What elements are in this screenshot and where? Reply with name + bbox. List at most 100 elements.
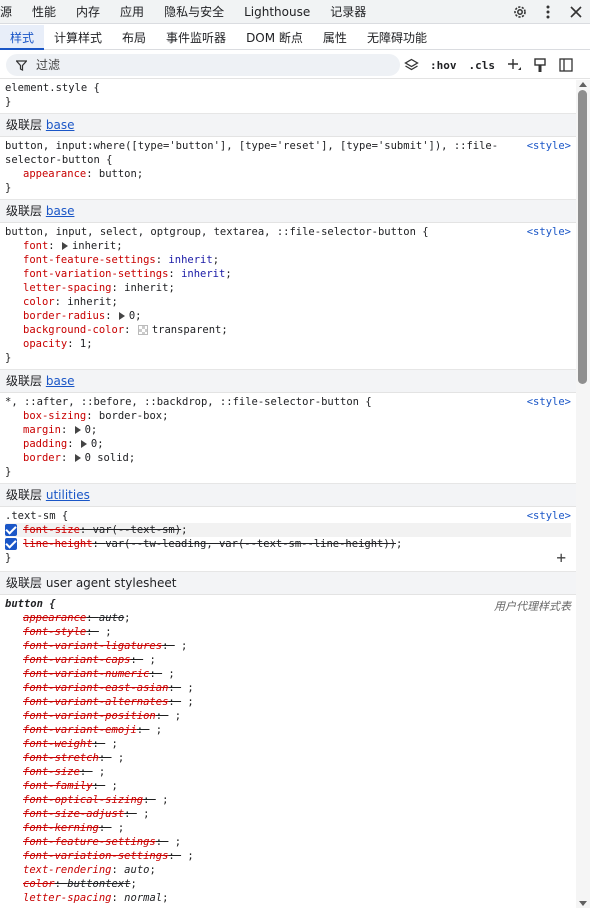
declaration[interactable]: font: inherit; <box>5 239 571 253</box>
property-name[interactable]: font-variant-emoji <box>23 724 137 736</box>
property-value[interactable]: var(--text-sm) <box>93 524 182 536</box>
tab-computed[interactable]: 计算样式 <box>44 25 112 49</box>
rule-selector-cont[interactable]: selector-button { <box>5 153 571 167</box>
tab-properties[interactable]: 属性 <box>313 25 357 49</box>
declaration-checkbox[interactable] <box>5 538 17 550</box>
tab-memory[interactable]: 内存 <box>66 0 110 24</box>
declaration[interactable]: font-variation-settings: inherit; <box>5 267 571 281</box>
declaration[interactable]: border: 0 solid; <box>5 451 571 465</box>
expand-triangle-icon[interactable] <box>61 242 68 250</box>
declaration[interactable]: font-variant-emoji: ; <box>5 723 571 737</box>
tab-application[interactable]: 应用 <box>110 0 154 24</box>
expand-triangle-icon[interactable] <box>74 454 81 462</box>
tab-layout[interactable]: 布局 <box>112 25 156 49</box>
add-property-icon[interactable]: + <box>556 550 566 566</box>
layers-icon[interactable] <box>401 54 421 76</box>
property-name[interactable]: appearance <box>23 612 86 624</box>
tab-sources[interactable]: 源 <box>0 0 22 24</box>
tab-styles[interactable]: 样式 <box>0 25 45 50</box>
declaration[interactable]: color: inherit; <box>5 295 571 309</box>
tab-event-listeners[interactable]: 事件监听器 <box>156 25 236 49</box>
rule-selector[interactable]: element.style { <box>5 81 571 95</box>
filter-input[interactable] <box>36 58 376 72</box>
declaration[interactable]: font-kerning: ; <box>5 821 571 835</box>
rule-selector[interactable]: button, input:where([type='button'], [ty… <box>5 139 571 153</box>
scroll-down-icon[interactable] <box>579 901 587 906</box>
declaration[interactable]: font-feature-settings: ; <box>5 835 571 849</box>
tab-performance[interactable]: 性能 <box>22 0 66 24</box>
declaration[interactable]: font-feature-settings: inherit; <box>5 253 571 267</box>
property-name[interactable]: font-weight <box>23 738 93 750</box>
property-value[interactable]: inherit <box>67 296 111 308</box>
property-value[interactable]: normal <box>124 892 162 904</box>
property-name[interactable]: box-sizing <box>23 410 86 422</box>
tab-dom-breakpoints[interactable]: DOM 断点 <box>236 25 313 49</box>
property-value[interactable]: inherit <box>124 282 168 294</box>
declaration[interactable]: text-rendering: auto; <box>5 863 571 877</box>
property-name[interactable]: font-size <box>23 524 80 536</box>
property-name[interactable]: font-variant-caps <box>23 654 130 666</box>
paint-brush-icon[interactable] <box>530 54 550 76</box>
property-name[interactable]: border <box>23 452 61 464</box>
color-swatch-icon[interactable] <box>137 325 148 335</box>
tab-accessibility[interactable]: 无障碍功能 <box>357 25 437 49</box>
toggle-sidebar-icon[interactable] <box>556 54 576 76</box>
property-value[interactable]: 0 solid <box>85 452 129 464</box>
property-name[interactable]: font-variant-numeric <box>23 668 149 680</box>
property-name[interactable]: font-variant-east-asian <box>23 682 168 694</box>
rule-selector[interactable]: button { <box>5 597 571 611</box>
property-name[interactable]: appearance <box>23 168 86 180</box>
property-value[interactable]: inherit <box>168 254 212 266</box>
property-name[interactable]: font-variation-settings <box>23 268 168 280</box>
tab-lighthouse[interactable]: Lighthouse <box>234 0 320 24</box>
property-name[interactable]: font-style <box>23 626 86 638</box>
property-name[interactable]: font-feature-settings <box>23 836 156 848</box>
declaration[interactable]: font-style: ; <box>5 625 571 639</box>
property-name[interactable]: font-size-adjust <box>23 808 124 820</box>
property-name[interactable]: font <box>23 240 48 252</box>
property-name[interactable]: letter-spacing <box>23 892 112 904</box>
property-value[interactable]: button <box>99 168 137 180</box>
declaration[interactable]: padding: 0; <box>5 437 571 451</box>
declaration[interactable]: margin: 0; <box>5 423 571 437</box>
declaration[interactable]: font-variant-ligatures: ; <box>5 639 571 653</box>
declaration[interactable]: font-variation-settings: ; <box>5 849 571 863</box>
property-value[interactable]: 0 <box>85 424 91 436</box>
property-value[interactable]: 1 <box>80 338 86 350</box>
rule-selector[interactable]: button, input, select, optgroup, textare… <box>5 225 571 239</box>
rule-selector[interactable]: .text-sm { <box>5 509 571 523</box>
declaration[interactable]: font-stretch: ; <box>5 751 571 765</box>
property-name[interactable]: color <box>23 296 55 308</box>
layer-link[interactable]: base <box>46 374 75 388</box>
scrollbar-thumb[interactable] <box>578 90 587 384</box>
declaration[interactable]: appearance: button; <box>5 167 571 181</box>
property-name[interactable]: line-height <box>23 538 93 550</box>
layer-link[interactable]: base <box>46 118 75 132</box>
declaration[interactable]: opacity: 1; <box>5 337 571 351</box>
declaration[interactable]: font-weight: ; <box>5 737 571 751</box>
declaration[interactable]: font-optical-sizing: ; <box>5 793 571 807</box>
declaration[interactable]: font-size-adjust: ; <box>5 807 571 821</box>
declaration[interactable]: font-family: ; <box>5 779 571 793</box>
property-value[interactable]: var(--tw-leading, var(--text-sm--line-he… <box>105 538 396 550</box>
property-name[interactable]: font-variant-ligatures <box>23 640 162 652</box>
close-icon[interactable] <box>562 0 590 24</box>
declaration[interactable]: font-variant-alternates: ; <box>5 695 571 709</box>
layer-link[interactable]: utilities <box>46 488 90 502</box>
property-value[interactable]: auto <box>99 612 124 624</box>
property-value[interactable]: inherit <box>72 240 116 252</box>
property-name[interactable]: font-variant-alternates <box>23 696 168 708</box>
new-rule-icon[interactable] <box>504 54 524 76</box>
property-name[interactable]: color <box>23 878 55 890</box>
property-name[interactable]: font-size <box>23 766 80 778</box>
property-name[interactable]: font-kerning <box>23 822 99 834</box>
cls-toggle[interactable]: .cls <box>466 54 499 76</box>
property-name[interactable]: text-rendering <box>23 864 112 876</box>
declaration[interactable]: letter-spacing: normal; <box>5 891 571 905</box>
property-value[interactable]: inherit <box>181 268 225 280</box>
rule-source-link[interactable]: <style> <box>527 140 571 152</box>
declaration[interactable]: font-variant-caps: ; <box>5 653 571 667</box>
filter-box[interactable] <box>6 54 400 76</box>
property-value[interactable]: 0 <box>91 438 97 450</box>
rule-source-link[interactable]: <style> <box>527 510 571 522</box>
